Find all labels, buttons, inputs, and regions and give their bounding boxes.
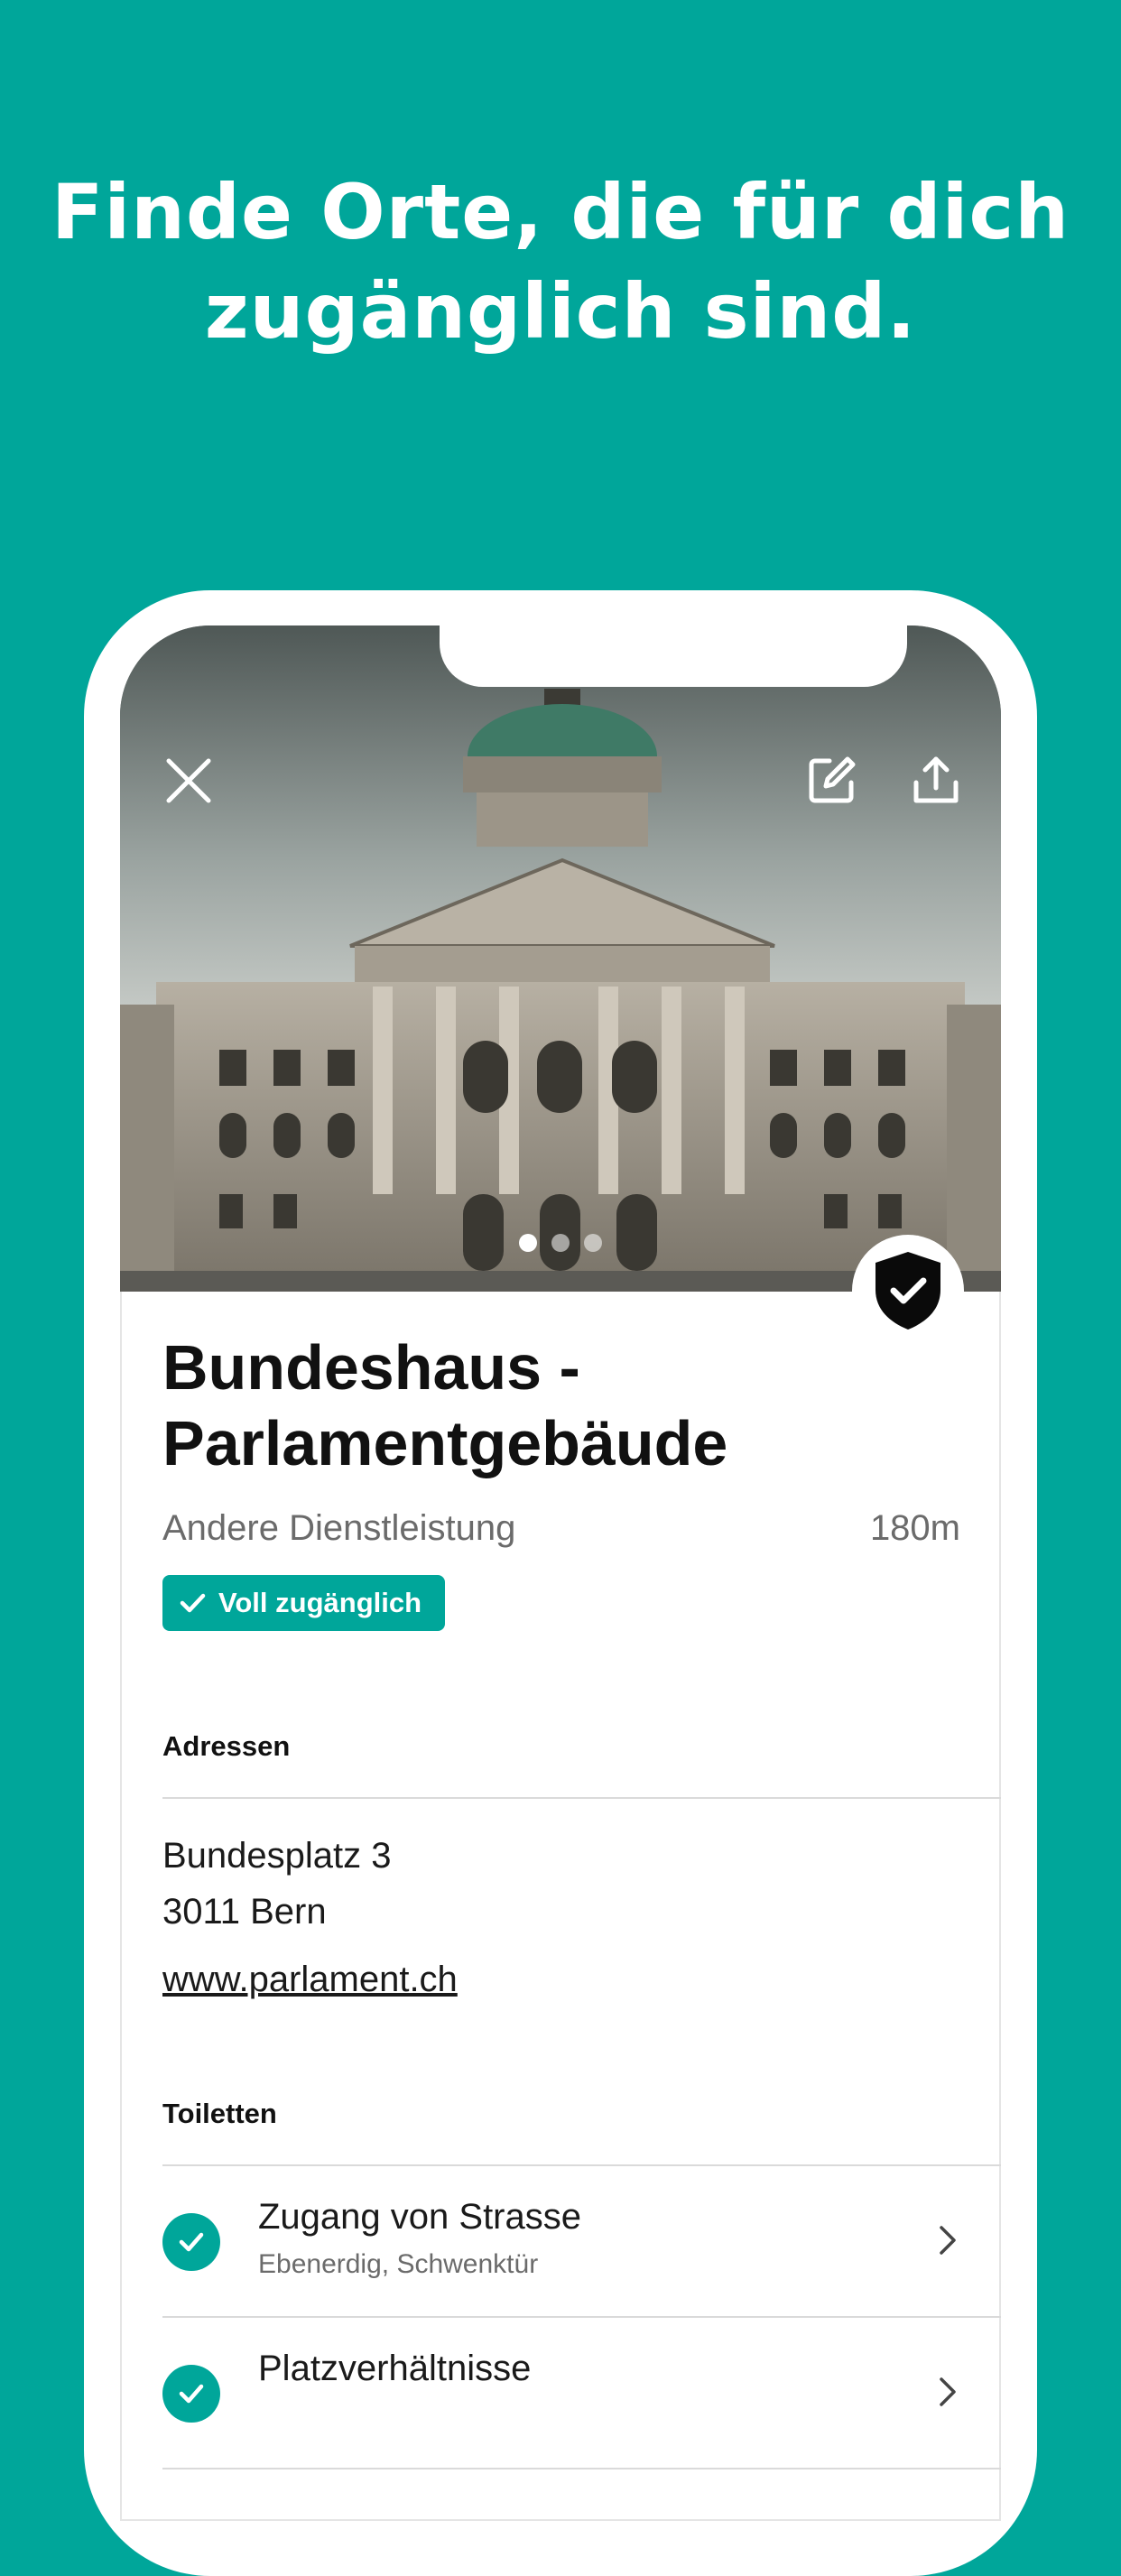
address-street: Bundesplatz 3 [162,1836,392,1876]
place-category: Andere Dienstleistung [162,1508,516,1548]
address-section-heading: Adressen [162,1730,291,1762]
edit-icon[interactable] [802,752,860,810]
headline-line-2: zugänglich sind. [204,267,917,356]
place-details: Bundeshaus - Parlamentgebäude Andere Die… [162,1330,1001,2469]
status-check-icon [162,2365,220,2423]
phone-screen: Bundeshaus - Parlamentgebäude Andere Die… [120,625,1001,2521]
check-icon [180,1593,206,1613]
chevron-right-icon [940,2226,956,2255]
pagination-dot[interactable] [584,1234,602,1252]
status-check-icon [162,2213,220,2271]
list-item-title: Zugang von Strasse [258,2197,581,2237]
phone-notch [440,625,907,687]
place-distance: 180m [869,1508,960,1548]
address-block: Bundesplatz 3 3011 Bern [162,1828,1001,1940]
building-illustration [120,625,1001,1292]
shield-check-icon [875,1252,940,1330]
marketing-headline: Finde Orte, die für dich zugänglich sind… [0,162,1121,361]
toilets-section-heading: Toiletten [162,2098,277,2129]
pagination-dot-active[interactable] [519,1234,537,1252]
pagination-dot[interactable] [551,1234,570,1252]
address-city: 3011 Bern [162,1892,327,1932]
divider [162,1797,1001,1799]
place-title: Bundeshaus - Parlamentgebäude [162,1330,866,1481]
list-item-space[interactable]: Platzverhältnisse [162,2318,1001,2469]
list-item-title: Platzverhältnisse [258,2349,532,2388]
place-title-line-2: Parlamentgebäude [162,1408,728,1478]
website-link[interactable]: www.parlament.ch [162,1960,458,2000]
close-icon[interactable] [160,752,218,810]
place-title-line-1: Bundeshaus - [162,1332,580,1403]
list-item-access-from-street[interactable]: Zugang von Strasse Ebenerdig, Schwenktür [162,2166,1001,2318]
share-icon[interactable] [907,752,965,810]
accessibility-status-badge: Voll zugänglich [162,1575,446,1631]
place-photo[interactable] [120,625,1001,1292]
list-item-subtitle: Ebenerdig, Schwenktür [258,2249,539,2279]
headline-line-1: Finde Orte, die für dich [51,168,1070,256]
chevron-right-icon [940,2377,956,2406]
place-meta: Andere Dienstleistung 180m [162,1508,1001,1555]
accessibility-status-label: Voll zugänglich [218,1587,422,1618]
